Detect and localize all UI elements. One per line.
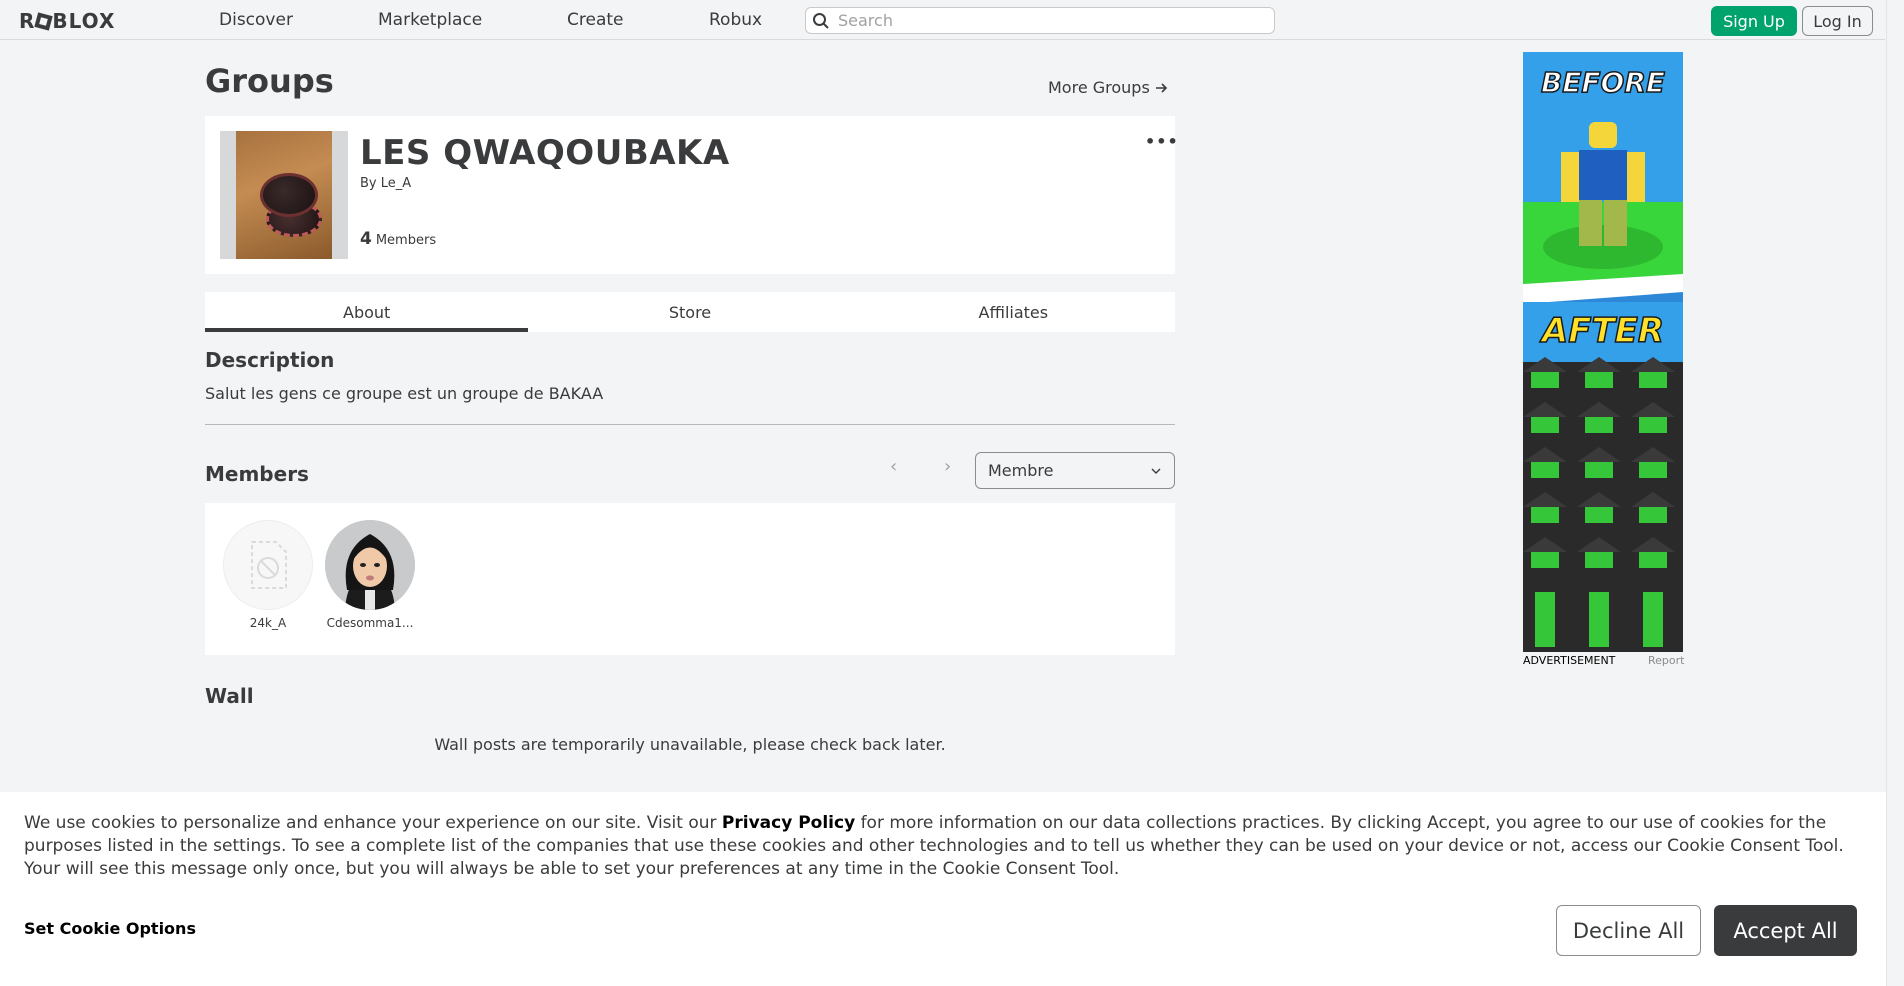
advertisement-label: ADVERTISEMENT — [1523, 654, 1616, 667]
set-cookie-options-link[interactable]: Set Cookie Options — [24, 919, 196, 938]
wall-unavailable-message: Wall posts are temporarily unavailable, … — [434, 735, 946, 754]
search-input[interactable] — [838, 11, 1258, 30]
group-owner: By Le_A — [360, 176, 411, 191]
member-count: 4 Members — [360, 229, 436, 249]
group-emblem — [220, 131, 348, 259]
accept-all-button[interactable]: Accept All — [1714, 905, 1857, 956]
description-text: Salut les gens ce groupe est un groupe d… — [205, 384, 604, 403]
by-label: By — [360, 176, 377, 191]
chevron-down-icon — [1151, 468, 1161, 474]
search-box — [805, 7, 1275, 34]
ad-before-text: BEFORE — [1541, 66, 1665, 99]
avatar — [325, 520, 415, 610]
nav-robux[interactable]: Robux — [709, 10, 762, 30]
members-heading: Members — [205, 462, 309, 486]
decline-all-button[interactable]: Decline All — [1556, 905, 1701, 956]
member-count-label: Members — [375, 233, 437, 248]
emblem-photo — [236, 131, 332, 259]
cookie-message: We use cookies to personalize and enhanc… — [24, 812, 1854, 881]
sign-up-button[interactable]: Sign Up — [1711, 6, 1797, 36]
wall-heading: Wall — [205, 684, 254, 708]
tab-store[interactable]: Store — [528, 292, 851, 332]
chevron-left-icon[interactable]: ‹ — [890, 456, 897, 477]
more-options-icon[interactable]: ••• — [1145, 132, 1179, 151]
report-ad-link[interactable]: Report — [1648, 654, 1684, 667]
member-count-value: 4 — [360, 229, 372, 249]
chevron-right-icon[interactable]: › — [944, 456, 951, 477]
more-groups-link[interactable]: More Groups — [1048, 78, 1168, 97]
group-name: LES QWAQOUBAKA — [360, 133, 730, 173]
advertisement-banner[interactable]: BEFORE AFTER — [1523, 52, 1683, 652]
log-in-button[interactable]: Log In — [1802, 6, 1873, 36]
arrow-right-icon — [1155, 82, 1167, 93]
unavailable-avatar-icon — [251, 541, 287, 589]
members-list: 24k_A Cdesomma1... — [205, 503, 1175, 655]
top-navigation: R BLOX Discover Marketplace Create Robux … — [0, 0, 1885, 40]
owner-link[interactable]: Le_A — [381, 176, 411, 191]
cookie-text-intro: We use cookies to personalize and enhanc… — [24, 813, 722, 833]
page-title: Groups — [205, 62, 334, 100]
nav-create[interactable]: Create — [567, 10, 624, 30]
roblox-logo[interactable]: R BLOX — [19, 9, 115, 33]
member-name: Cdesomma1... — [326, 616, 414, 630]
group-header-card: LES QWAQOUBAKA By Le_A 4 Members ••• — [205, 116, 1178, 274]
member-name: 24k_A — [249, 616, 287, 630]
more-groups-label: More Groups — [1048, 78, 1150, 97]
page-scrollbar[interactable] — [1886, 0, 1904, 986]
group-tabs: About Store Affiliates — [205, 292, 1175, 332]
tab-about[interactable]: About — [205, 292, 529, 332]
section-divider — [205, 424, 1175, 425]
role-selected-label: Membre — [988, 461, 1054, 480]
emblem-object — [260, 173, 318, 217]
cookie-consent-banner: We use cookies to personalize and enhanc… — [0, 792, 1886, 986]
privacy-policy-link[interactable]: Privacy Policy — [722, 813, 855, 833]
nav-discover[interactable]: Discover — [219, 10, 293, 30]
tab-affiliates[interactable]: Affiliates — [852, 292, 1175, 332]
member-card[interactable]: 24k_A — [223, 520, 313, 630]
avatar-headshot — [325, 520, 415, 610]
ad-after-text: AFTER — [1539, 311, 1664, 351]
member-card[interactable]: Cdesomma1... — [325, 520, 415, 630]
description-heading: Description — [205, 348, 335, 372]
nav-marketplace[interactable]: Marketplace — [378, 10, 482, 30]
ad-creative: BEFORE AFTER — [1523, 52, 1683, 652]
search-icon — [813, 12, 829, 29]
avatar-placeholder — [223, 520, 313, 610]
role-dropdown[interactable]: Membre — [975, 452, 1175, 489]
